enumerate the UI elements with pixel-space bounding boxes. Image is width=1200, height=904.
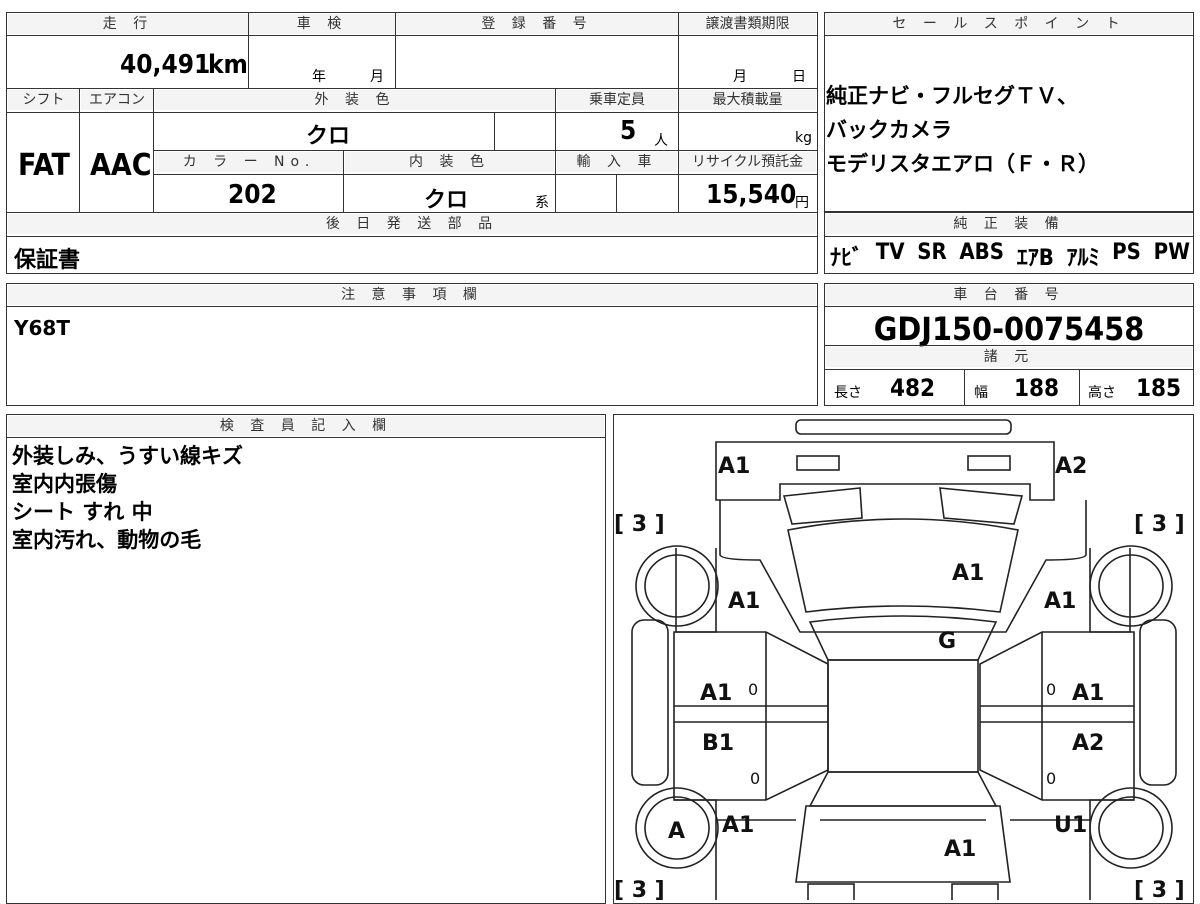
inspector-line: シート すれ 中 [12, 500, 153, 524]
recycle-value: 15,540 [706, 180, 797, 210]
sales-point-panel [824, 12, 1194, 212]
chassis-header: 車 台 番 号 [826, 285, 1192, 305]
registration-header: 登 録 番 号 [396, 14, 678, 34]
equipment-item: ｴｱB [1016, 246, 1054, 271]
capacity-header: 乗車定員 [557, 90, 677, 110]
equipment-item: TV [875, 240, 905, 265]
sales-point-line: 純正ナビ・フルセグＴＶ、 [826, 84, 1078, 108]
height-value: 185 [1136, 374, 1182, 402]
ac-value: AAC [90, 148, 152, 183]
notes-header: 注 意 事 項 欄 [8, 285, 816, 305]
deadline-day: 日 [792, 69, 806, 85]
damage-label: U1 [1054, 813, 1087, 838]
zero-mark: 0 [748, 680, 758, 699]
capacity-unit: 人 [654, 133, 668, 149]
inspection-year: 年 [312, 69, 326, 85]
damage-label: A1 [952, 561, 984, 586]
sales-point-line: バックカメラ [826, 118, 952, 142]
tyre-mark: [ 3 ] [1134, 512, 1185, 537]
zero-mark: 0 [1046, 769, 1056, 788]
color-no-value: 202 [228, 180, 277, 210]
damage-label: A1 [718, 454, 750, 479]
damage-label: A1 [1044, 589, 1076, 614]
tyre-mark: [ 3 ] [614, 512, 665, 537]
notes-value: Y68T [14, 316, 70, 340]
interior-suffix: 系 [535, 195, 549, 211]
sales-point-header: セ ー ル ス ポ イ ン ト [826, 14, 1192, 34]
ac-header: エアコン [81, 90, 153, 110]
sales-point-line: モデリスタエアロ（Ｆ・Ｒ） [826, 152, 1099, 176]
damage-label: A [668, 819, 685, 844]
equipment-header: 純 正 装 備 [826, 214, 1192, 234]
damage-label: A1 [1072, 681, 1104, 706]
inspector-line: 室内汚れ、動物の毛 [12, 528, 202, 552]
inspector-line: 外装しみ、うすい線キズ [12, 444, 243, 468]
shift-value: FAT [18, 148, 70, 183]
mileage-unit: km [208, 50, 248, 80]
mileage-value: 40,491 [120, 50, 211, 80]
inspector-line: 室内内張傷 [12, 472, 117, 496]
damage-label: A1 [728, 589, 760, 614]
length-label: 長さ [834, 385, 862, 401]
equipment-item: PS [1112, 240, 1141, 265]
exterior-header: 外 装 色 [155, 90, 555, 110]
recycle-header: リサイクル預託金 [679, 152, 816, 172]
deadline-header: 譲渡書類期限 [679, 14, 816, 34]
zero-mark: 0 [750, 769, 760, 788]
damage-label: A1 [944, 837, 976, 862]
chassis-value: GDJ150-0075458 [873, 310, 1145, 348]
later-parts-header: 後 日 発 送 部 品 [8, 214, 816, 234]
interior-value: クロ [424, 188, 469, 213]
recycle-unit: 円 [795, 195, 809, 211]
inspection-header: 車 検 [249, 14, 395, 34]
maxload-unit: kg [795, 130, 812, 146]
damage-label: A1 [700, 681, 732, 706]
shift-header: シフト [8, 90, 79, 110]
damage-label: A1 [722, 813, 754, 838]
damage-label: A2 [1055, 454, 1087, 479]
capacity-value: 5 [620, 116, 637, 146]
height-label: 高さ [1088, 385, 1116, 401]
interior-header: 内 装 色 [345, 152, 554, 172]
width-label: 幅 [974, 385, 988, 401]
tyre-mark: [ 3 ] [614, 878, 665, 900]
damage-label: B1 [702, 731, 734, 756]
inspection-month: 月 [370, 69, 384, 85]
mileage-header: 走 行 [8, 14, 248, 34]
import-header: 輸 入 車 [557, 152, 677, 172]
zero-mark: 0 [1046, 680, 1056, 699]
deadline-month: 月 [733, 69, 747, 85]
equipment-item: SR [917, 240, 947, 265]
exterior-value: クロ [306, 124, 351, 149]
equipment-item: ABS [959, 240, 1005, 265]
maxload-header: 最大積載量 [679, 90, 816, 110]
tyre-mark: [ 3 ] [1134, 878, 1185, 900]
width-value: 188 [1014, 374, 1060, 402]
equipment-item: ｱﾙﾐ [1066, 246, 1100, 271]
length-value: 482 [890, 374, 936, 402]
equipment-item: PW [1153, 240, 1190, 265]
equipment-item: ﾅﾋﾞ [830, 246, 864, 271]
car-diagram: [ 3 ] [ 3 ] [ 3 ] [ 3 ] A1 A2 A1 A1 A1 G… [614, 419, 1185, 900]
specs-header: 諸 元 [826, 347, 1192, 367]
later-parts-value: 保証書 [14, 248, 81, 273]
inspector-header: 検 査 員 記 入 欄 [8, 416, 604, 436]
color-no-header: カ ラ ー No. [155, 152, 343, 172]
damage-label: G [938, 629, 956, 654]
equipment-list: ﾅﾋﾞ TV SR ABS ｴｱB ｱﾙﾐ PS PW [830, 240, 1190, 272]
damage-label: A2 [1072, 731, 1104, 756]
